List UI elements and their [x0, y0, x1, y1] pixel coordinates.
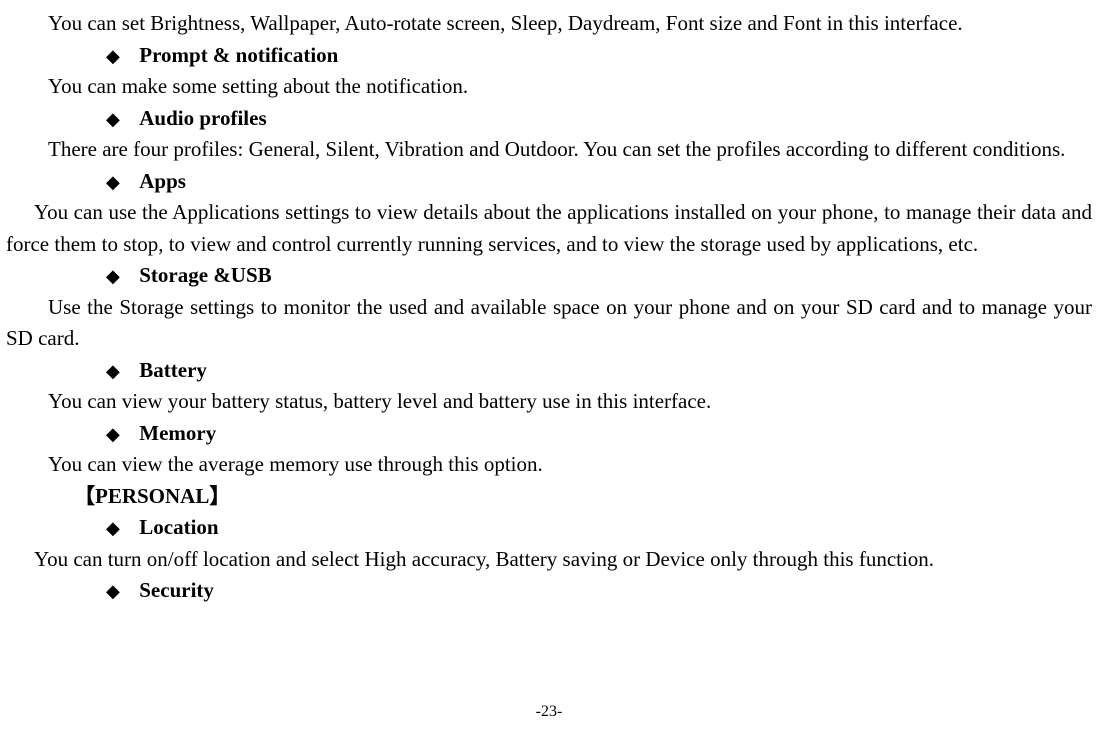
diamond-icon: ◆ [106, 106, 134, 133]
memory-text: You can view the average memory use thro… [6, 449, 1092, 481]
diamond-icon: ◆ [106, 515, 134, 542]
diamond-icon: ◆ [106, 421, 134, 448]
audio-profiles-text: There are four profiles: General, Silent… [6, 134, 1092, 166]
page-content: You can set Brightness, Wallpaper, Auto-… [6, 8, 1092, 607]
apps-text: You can use the Applications settings to… [6, 197, 1092, 260]
bullet-title: Location [139, 515, 218, 539]
bullet-battery: ◆ Battery [6, 355, 1092, 387]
battery-text: You can view your battery status, batter… [6, 386, 1092, 418]
bullet-security: ◆ Security [6, 575, 1092, 607]
diamond-icon: ◆ [106, 169, 134, 196]
bullet-memory: ◆ Memory [6, 418, 1092, 450]
bullet-audio-profiles: ◆ Audio profiles [6, 103, 1092, 135]
bullet-title: Battery [139, 358, 207, 382]
bullet-title: Audio profiles [139, 106, 266, 130]
diamond-icon: ◆ [106, 578, 134, 605]
bullet-title: Apps [139, 169, 186, 193]
personal-section-header: 【PERSONAL】 [6, 481, 1092, 513]
display-intro-text: You can set Brightness, Wallpaper, Auto-… [6, 8, 1092, 40]
diamond-icon: ◆ [106, 263, 134, 290]
bullet-location: ◆ Location [6, 512, 1092, 544]
diamond-icon: ◆ [106, 43, 134, 70]
location-text: You can turn on/off location and select … [6, 544, 1092, 576]
bullet-apps: ◆ Apps [6, 166, 1092, 198]
prompt-notification-text: You can make some setting about the noti… [6, 71, 1092, 103]
diamond-icon: ◆ [106, 358, 134, 385]
page-number: -23- [0, 700, 1098, 724]
bullet-storage-usb: ◆ Storage &USB [6, 260, 1092, 292]
bullet-title: Security [139, 578, 214, 602]
bullet-title: Prompt & notification [139, 43, 338, 67]
storage-usb-text: Use the Storage settings to monitor the … [6, 292, 1092, 355]
bullet-prompt-notification: ◆ Prompt & notification [6, 40, 1092, 72]
bullet-title: Memory [139, 421, 216, 445]
bullet-title: Storage &USB [139, 263, 271, 287]
